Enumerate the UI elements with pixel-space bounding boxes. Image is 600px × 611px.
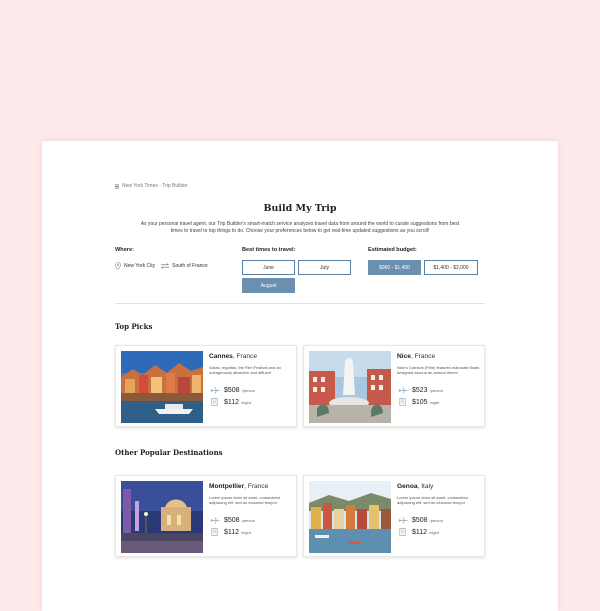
hotel-icon [211,398,218,406]
destination-description: Nice's Carnival (Fête) features elaborat… [397,365,480,376]
swap-arrows-icon[interactable] [160,263,170,269]
destination-name: Cannes, France [209,353,258,360]
travel-times-label: Best times to travel: [242,247,296,253]
destination-card-genoa[interactable]: Genoa, Italy Lorem ipsum dolor sit amet,… [303,475,485,557]
hotel-icon [399,398,406,406]
destination-card-montpellier[interactable]: Montpellier, France Lorem ipsum dolor si… [115,475,297,557]
plane-icon [210,516,219,524]
flight-price: $523/person [397,386,443,394]
destination-name: Nice, France [397,353,436,360]
month-june-button[interactable]: June [242,260,295,275]
destination-description: Galas, regattas, the Film Festival and a… [209,365,281,376]
hotel-price: $112/night [209,528,251,536]
destination-name: Montpellier, France [209,483,269,490]
divider [115,303,485,304]
flight-price: $508/person [209,516,255,524]
budget-label: Estimated budget: [368,247,417,253]
where-label: Where: [115,247,134,253]
budget-1400-2000-button[interactable]: $1,400 - $2,000 [424,260,478,275]
hotel-price: $112/night [209,398,251,406]
plane-icon [210,386,219,394]
destination-card-cannes[interactable]: Cannes, France Galas, regattas, the Film… [115,345,297,427]
route-selector[interactable]: New York City South of France [115,262,208,270]
cannes-photo [121,351,203,423]
destination-name: Genoa, Italy [397,483,434,490]
genoa-photo [309,481,391,553]
month-august-button[interactable]: August [242,278,295,293]
hotel-price: $112/night [397,528,439,536]
nice-photo [309,351,391,423]
destination-region[interactable]: South of France [172,263,208,269]
hotel-price: $105/night [397,398,439,406]
budget-960-1400-button[interactable]: $960 - $1,400 [368,260,421,275]
hotel-icon [399,528,406,536]
breadcrumb-label: New York Times - Trip Builder [122,183,188,189]
destination-card-nice[interactable]: Nice, France Nice's Carnival (Fête) feat… [303,345,485,427]
plane-icon [398,516,407,524]
intro-text: As your personal travel agent, our Trip … [140,221,460,234]
location-pin-icon [115,262,121,270]
page-title: Build My Trip [263,203,337,214]
flight-price: $508/person [209,386,255,394]
origin-city[interactable]: New York City [124,263,155,269]
montpellier-photo [121,481,203,553]
other-destinations-heading: Other Popular Destinations [115,448,223,457]
destination-description: Lorem ipsum dolor sit amet, consectetur … [397,495,469,506]
plane-icon [398,386,407,394]
hotel-icon [211,528,218,536]
menu-icon [115,184,119,188]
top-picks-heading: Top Picks [115,322,153,331]
destination-description: Lorem ipsum dolor sit amet, consectetur … [209,495,281,506]
trip-builder-panel: New York Times - Trip Builder Build My T… [42,141,558,611]
breadcrumb[interactable]: New York Times - Trip Builder [115,183,188,189]
month-july-button[interactable]: July [298,260,351,275]
flight-price: $508/person [397,516,443,524]
